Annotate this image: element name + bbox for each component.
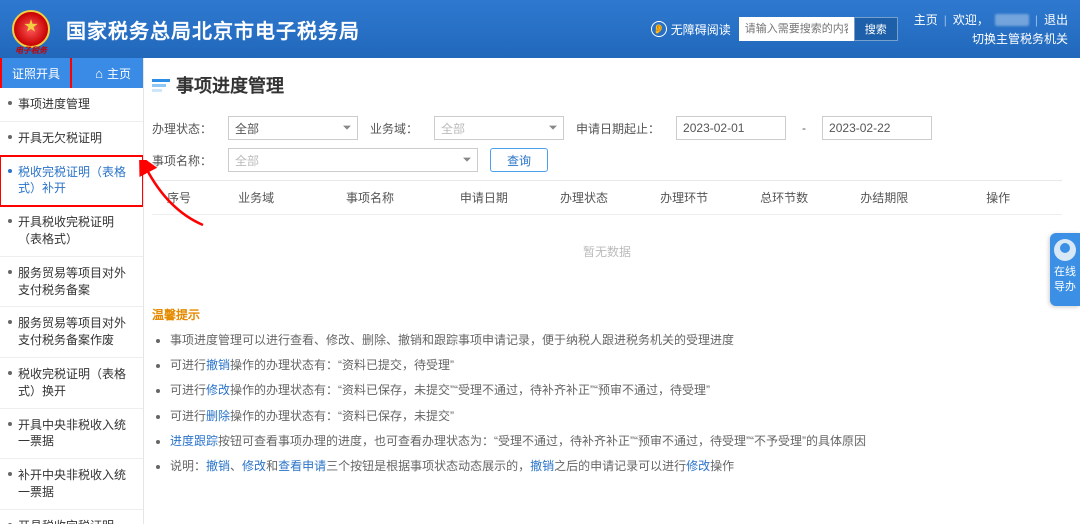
header-right: 👂 无障碍阅读 搜索 主页 | 欢迎， | 退出 切换主管税务机关	[651, 11, 1068, 47]
sidebar-item-tax-paid-doc[interactable]: 开具税收完税证明（文书式）	[0, 510, 143, 524]
link-logout[interactable]: 退出	[1044, 11, 1068, 28]
barrier-free-label: 无障碍阅读	[671, 21, 731, 38]
status-select[interactable]: 全部	[228, 116, 358, 140]
filter-row-1: 办理状态： 全部 业务域： 全部 申请日期起止： 2023-02-01 - 20…	[152, 116, 1062, 140]
emblem-logo-icon: 电子税务	[12, 10, 50, 48]
ear-icon: 👂	[651, 21, 667, 37]
sidebar: 证照开具 主页 事项进度管理 开具无欠税证明 税收完税证明（表格式）补开 开具税…	[0, 58, 144, 524]
app-header: 电子税务 国家税务总局北京市电子税务局 👂 无障碍阅读 搜索 主页 | 欢迎， …	[0, 0, 1080, 58]
col-name: 事项名称	[306, 181, 434, 214]
search-input[interactable]	[739, 17, 854, 41]
grid-empty: 暂无数据	[152, 215, 1062, 288]
name-label: 事项名称：	[152, 152, 212, 169]
sidebar-item-no-arrears[interactable]: 开具无欠税证明	[0, 122, 143, 156]
grid-header: 序号 业务域 事项名称 申请日期 办理状态 办理环节 总环节数 办结期限 操作	[152, 181, 1062, 215]
results-grid: 序号 业务域 事项名称 申请日期 办理状态 办理环节 总环节数 办结期限 操作 …	[152, 180, 1062, 288]
home-icon	[95, 66, 103, 81]
hint-item: 进度跟踪按钮可查看事项办理的进度，也可查看办理状态为：“受理不通过，待补齐补正”…	[170, 432, 1062, 451]
query-button[interactable]: 查询	[490, 148, 548, 172]
col-applydate: 申请日期	[434, 181, 534, 214]
col-step: 办理环节	[634, 181, 734, 214]
main-area: 事项进度管理 办理状态： 全部 业务域： 全部 申请日期起止： 2023-02-…	[144, 58, 1080, 524]
sidebar-item-central-nontax-issue[interactable]: 开具中央非税收入统一票据	[0, 409, 143, 460]
search-button[interactable]: 搜索	[854, 17, 898, 41]
page-title-row: 事项进度管理	[152, 72, 1062, 106]
sidebar-head: 证照开具 主页	[0, 58, 143, 88]
list-icon	[152, 79, 170, 92]
hints-section: 温馨提示 事项进度管理可以进行查看、修改、删除、撤销和跟踪事项申请记录，便于纳税…	[152, 306, 1062, 476]
sidebar-home-link[interactable]: 主页	[95, 65, 143, 82]
sidebar-item-tax-paid-exchange[interactable]: 税收完税证明（表格式）换开	[0, 358, 143, 409]
online-help-label: 在线导办	[1054, 266, 1076, 293]
hint-item: 可进行修改操作的办理状态有：“资料已保存，未提交”“受理不通过，待补齐补正”“预…	[170, 381, 1062, 400]
assistant-avatar-icon	[1054, 239, 1076, 261]
sidebar-item-progress[interactable]: 事项进度管理	[0, 88, 143, 122]
name-select[interactable]: 全部	[228, 148, 478, 172]
search-box: 搜索	[739, 17, 898, 41]
sidebar-item-tax-paid-form[interactable]: 开具税收完税证明（表格式）	[0, 206, 143, 257]
online-help-tab[interactable]: 在线导办	[1050, 233, 1080, 306]
col-seq: 序号	[152, 181, 206, 214]
hint-item: 事项进度管理可以进行查看、修改、删除、撤销和跟踪事项申请记录，便于纳税人跟进税务…	[170, 331, 1062, 350]
hint-item: 可进行撤销操作的办理状态有：“资料已提交，待受理”	[170, 356, 1062, 375]
site-title: 国家税务总局北京市电子税务局	[66, 15, 360, 44]
link-welcome: 欢迎，	[953, 11, 989, 28]
sidebar-item-service-trade-filing[interactable]: 服务贸易等项目对外支付税务备案	[0, 257, 143, 308]
date-to-input[interactable]: 2023-02-22	[822, 116, 932, 140]
sidebar-category-tab[interactable]: 证照开具	[0, 58, 72, 88]
username-blurred	[995, 14, 1029, 26]
sidebar-item-central-nontax-reissue[interactable]: 补开中央非税收入统一票据	[0, 459, 143, 510]
barrier-free-link[interactable]: 👂 无障碍阅读	[651, 21, 731, 38]
hints-title: 温馨提示	[152, 306, 1062, 323]
domain-label: 业务域：	[370, 120, 418, 137]
top-links: 主页 | 欢迎， | 退出 切换主管税务机关	[914, 11, 1068, 47]
sidebar-item-service-trade-void[interactable]: 服务贸易等项目对外支付税务备案作废	[0, 307, 143, 358]
date-label: 申请日期起止：	[576, 120, 660, 137]
hint-item: 可进行删除操作的办理状态有：“资料已保存，未提交”	[170, 407, 1062, 426]
filter-row-2: 事项名称： 全部 查询	[152, 148, 1062, 172]
status-label: 办理状态：	[152, 120, 212, 137]
link-home[interactable]: 主页	[914, 11, 938, 28]
content-container: 证照开具 主页 事项进度管理 开具无欠税证明 税收完税证明（表格式）补开 开具税…	[0, 58, 1080, 524]
date-from-input[interactable]: 2023-02-01	[676, 116, 786, 140]
link-switch-authority[interactable]: 切换主管税务机关	[972, 30, 1068, 47]
sidebar-home-label: 主页	[107, 65, 131, 82]
page-title: 事项进度管理	[176, 72, 284, 98]
date-separator: -	[802, 121, 806, 135]
col-deadline: 办结期限	[834, 181, 934, 214]
col-domain: 业务域	[206, 181, 306, 214]
col-status: 办理状态	[534, 181, 634, 214]
hint-item: 说明：撤销、修改和查看申请三个按钮是根据事项状态动态展示的，撤销之后的申请记录可…	[170, 457, 1062, 476]
col-action: 操作	[934, 181, 1062, 214]
sidebar-item-tax-paid-reissue[interactable]: 税收完税证明（表格式）补开	[0, 156, 143, 207]
domain-select[interactable]: 全部	[434, 116, 564, 140]
col-total-steps: 总环节数	[734, 181, 834, 214]
